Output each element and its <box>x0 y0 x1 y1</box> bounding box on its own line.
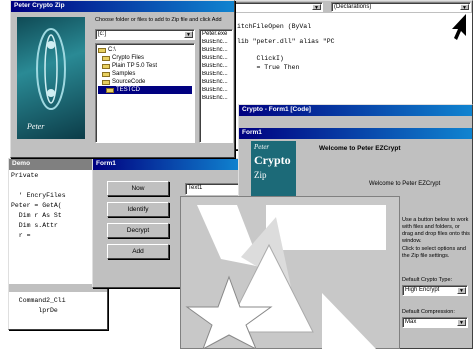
folder-icon <box>98 47 106 53</box>
instruction-text: Choose folder or files to add to Zip fil… <box>95 17 222 23</box>
code-line: itchFileOpen (ByVal <box>237 23 312 30</box>
code-line: Dim r As St <box>11 212 62 219</box>
folder-tree[interactable]: C:\ Crypto Files Plain TP 5.0 Test Sampl… <box>95 43 195 143</box>
procedure-dropdown[interactable]: (Declarations) ▼ <box>331 2 471 12</box>
list-item[interactable]: BusEnc... <box>201 39 231 47</box>
code-line: Command2_Cli <box>11 297 66 304</box>
decrypt-button[interactable]: Decrypt <box>107 223 169 238</box>
list-item[interactable]: BusEnc... <box>201 87 231 95</box>
welcome-heading: Welcome to Peter EZCrypt <box>319 145 401 152</box>
folder-icon <box>102 55 110 61</box>
brand-main: Crypto <box>254 153 291 167</box>
compression-select[interactable]: Max ▼ <box>402 317 468 328</box>
brand-top: Peter <box>254 143 270 151</box>
list-item[interactable]: BusEnc... <box>201 55 231 63</box>
shapes-drawing <box>185 205 386 349</box>
logo-text: Peter <box>27 122 45 131</box>
compression-label: Default Compression: <box>402 309 455 315</box>
identify-button[interactable]: Identify <box>107 202 169 217</box>
add-button[interactable]: Add <box>107 244 169 259</box>
list-item[interactable]: BusEnc... <box>201 71 231 79</box>
code-line: = True Then <box>237 64 300 71</box>
folder-icon <box>102 79 110 85</box>
peter-inner-titlebar: Form1 <box>239 128 472 139</box>
chevron-down-icon[interactable]: ▼ <box>457 287 466 294</box>
folder-item[interactable]: Samples <box>98 70 192 78</box>
crypto-graphic-icon <box>36 28 66 110</box>
code-line: Private <box>11 172 39 179</box>
folder-item[interactable]: Crypto Files <box>98 54 192 62</box>
chevron-down-icon[interactable]: ▼ <box>457 319 466 326</box>
file-dialog: Peter Crypto Zip Peter Choose folder or … <box>10 0 235 158</box>
folder-icon <box>102 63 110 69</box>
crypto-type-label: Default Crypto Type: <box>402 277 453 283</box>
code-line: Peter = GetA( <box>11 202 62 209</box>
peter-outer-titlebar: Crypto - Form1 [Code] <box>239 105 472 116</box>
list-item[interactable]: BusEnc... <box>201 47 231 55</box>
code-line: Dim s.Attr <box>11 222 58 229</box>
chevron-down-icon[interactable]: ▼ <box>184 31 193 38</box>
drive-select[interactable]: [c:] ▼ <box>95 29 195 40</box>
crypto-type-select[interactable]: High Encrypt ▼ <box>402 285 468 296</box>
object-dropdown[interactable]: ▼ <box>233 2 323 12</box>
form1-titlebar: Form1 <box>93 159 241 170</box>
rectangle-shape <box>266 205 386 250</box>
code-area[interactable]: itchFileOpen (ByVal lib "peter.dll" alia… <box>237 23 472 73</box>
list-item[interactable]: BusEnc... <box>201 63 231 71</box>
code-line: ClickI) <box>237 55 284 62</box>
options-text: Click to select options and the Zip file… <box>402 246 466 259</box>
folder-item-selected[interactable]: TESTCD <box>98 86 192 94</box>
chevron-down-icon[interactable]: ▼ <box>460 4 469 11</box>
now-button[interactable]: Now <box>107 181 169 196</box>
shapes-canvas <box>180 196 400 349</box>
text-input[interactable]: Text1 <box>185 183 240 195</box>
folder-item[interactable]: SourceCode <box>98 78 192 86</box>
code-line: r = <box>11 232 35 239</box>
folder-icon <box>102 71 110 77</box>
file-list[interactable]: Peter.exe BusEnc... BusEnc... BusEnc... … <box>199 29 233 143</box>
right-triangle-shape <box>322 293 377 349</box>
folder-item[interactable]: C:\ <box>98 46 192 54</box>
chevron-down-icon[interactable]: ▼ <box>312 4 321 11</box>
folder-item[interactable]: Plain TP 5.0 Test <box>98 62 192 70</box>
folder-icon <box>106 87 114 93</box>
welcome-text: Welcome to Peter EZCrypt <box>369 181 441 187</box>
list-item[interactable]: BusEnc... <box>201 79 231 87</box>
logo-image: Peter <box>17 17 85 139</box>
list-item[interactable]: BusEnc... <box>201 95 231 103</box>
code-line: ' EncryFiles <box>11 192 66 199</box>
list-item[interactable]: Peter.exe <box>201 31 231 39</box>
brand-sub: Zip <box>254 170 267 180</box>
code-line: lib "peter.dll" alias "PC <box>237 38 335 45</box>
info-text: Use a button below to work with files an… <box>402 217 470 244</box>
file-dialog-titlebar: Peter Crypto Zip <box>11 1 234 12</box>
cursor-icon <box>452 14 466 40</box>
editor-toolbar: ▼ (Declarations) ▼ <box>231 1 472 13</box>
code-line: lprDe <box>11 307 58 314</box>
